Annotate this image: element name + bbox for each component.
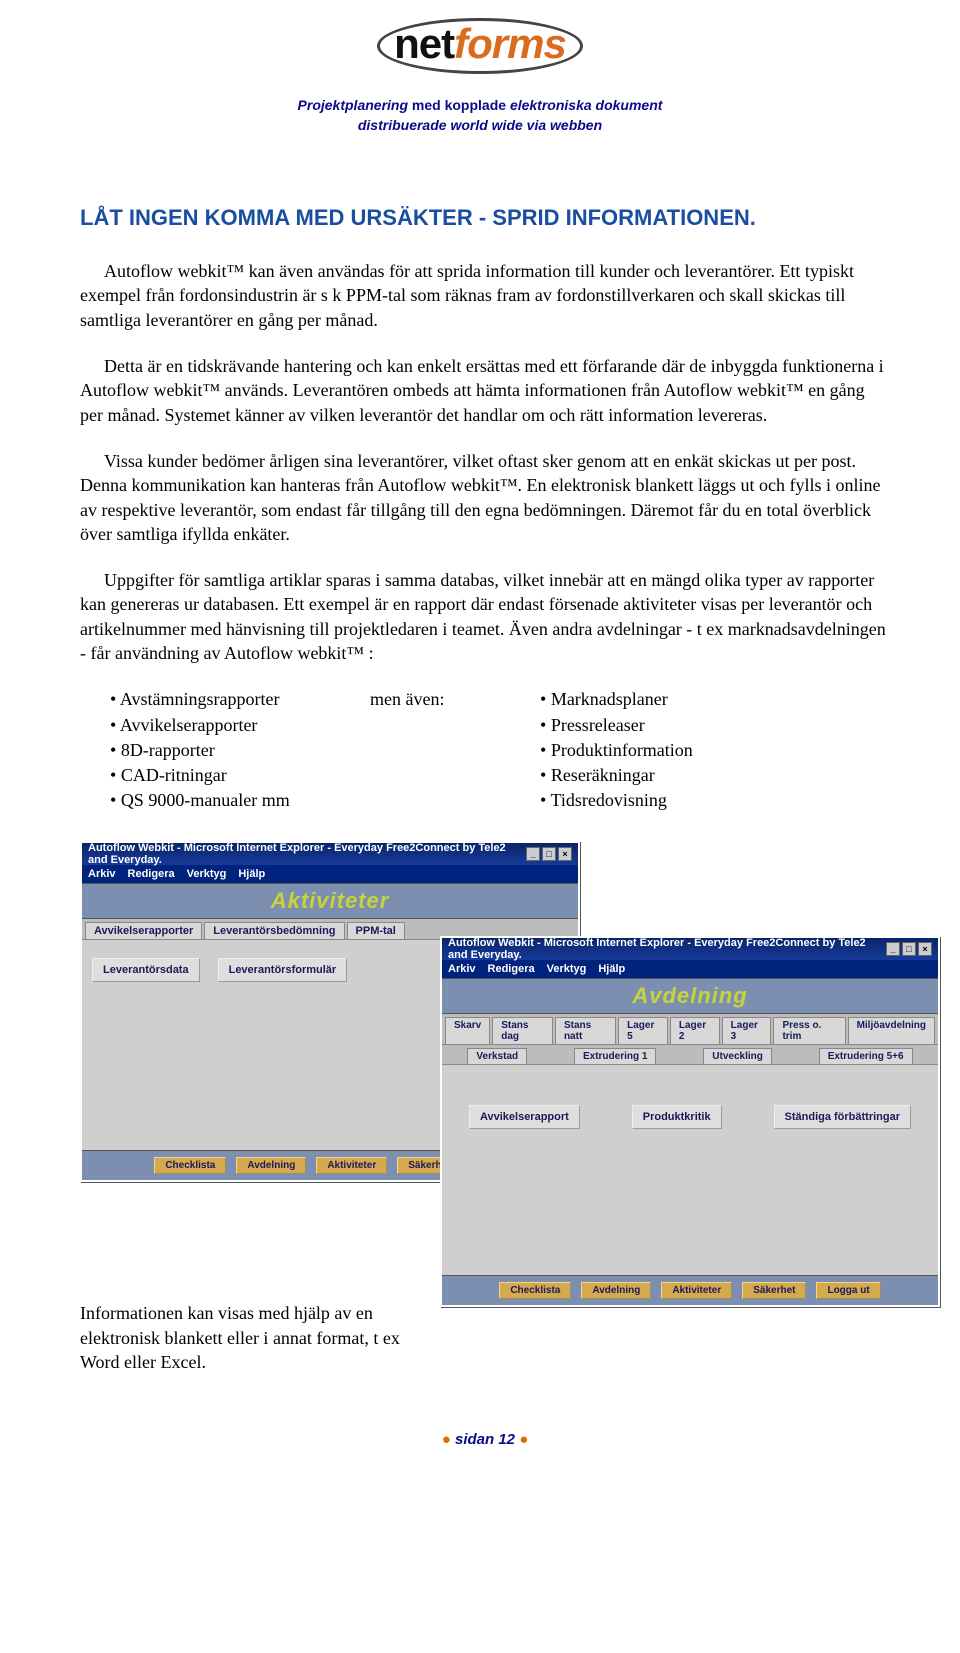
- list-mid-label: men även:: [370, 687, 540, 813]
- nav-button[interactable]: Avdelning: [581, 1282, 651, 1299]
- titlebar: Autoflow Webkit - Microsoft Internet Exp…: [442, 938, 938, 960]
- page-number: ● sidan 12 ●: [80, 1431, 890, 1448]
- bottombar: Checklista Avdelning Aktiviteter Säkerhe…: [442, 1275, 938, 1305]
- list-item: Produktinformation: [540, 738, 790, 763]
- menubar: Arkiv Redigera Verktyg Hjälp: [82, 865, 578, 883]
- menu-item[interactable]: Hjälp: [238, 868, 265, 880]
- tab[interactable]: Avvikelserapporter: [85, 922, 202, 939]
- panel-button[interactable]: Leverantörsdata: [92, 958, 200, 982]
- maximize-icon[interactable]: □: [542, 847, 556, 861]
- paragraph-1: Autoflow webkit™ kan även användas för a…: [80, 259, 890, 332]
- minimize-icon[interactable]: _: [526, 847, 540, 861]
- tab-row-1: Skarv Stans dag Stans natt Lager 5 Lager…: [442, 1014, 938, 1045]
- nav-button[interactable]: Avdelning: [236, 1157, 306, 1174]
- list-item: Marknadsplaner: [540, 687, 790, 712]
- menu-item[interactable]: Hjälp: [598, 963, 625, 975]
- tagline-2: distribuerade world wide via webben: [358, 117, 602, 133]
- menu-item[interactable]: Verktyg: [547, 963, 587, 975]
- screenshots-area: Autoflow Webkit - Microsoft Internet Exp…: [80, 841, 890, 1401]
- list-item: Tidsredovisning: [540, 788, 790, 813]
- logo: netforms: [0, 0, 960, 74]
- panel-button[interactable]: Produktkritik: [632, 1105, 722, 1129]
- tab[interactable]: Leverantörsbedömning: [204, 922, 344, 939]
- nav-button[interactable]: Säkerhet: [742, 1282, 806, 1299]
- bullet-list-right: Marknadsplaner Pressreleaser Produktinfo…: [540, 687, 790, 813]
- section-title: Aktiviteter: [82, 883, 578, 919]
- tab[interactable]: Extrudering 1: [574, 1048, 656, 1064]
- list-item: Avstämningsrapporter: [110, 687, 370, 712]
- panel-button[interactable]: Avvikelserapport: [469, 1105, 580, 1129]
- minimize-icon[interactable]: _: [886, 942, 900, 956]
- nav-button[interactable]: Aktiviteter: [316, 1157, 387, 1174]
- bullet-columns: Avstämningsrapporter Avvikelserapporter …: [110, 687, 890, 813]
- tab[interactable]: Utveckling: [703, 1048, 772, 1064]
- paragraph-2: Detta är en tidskrävande hantering och k…: [80, 354, 890, 427]
- titlebar: Autoflow Webkit - Microsoft Internet Exp…: [82, 843, 578, 865]
- panel: Avvikelserapport Produktkritik Ständiga …: [442, 1065, 938, 1275]
- panel-button[interactable]: Ständiga förbättringar: [774, 1105, 912, 1129]
- tab[interactable]: Miljöavdelning: [848, 1017, 935, 1044]
- window-avdelning: Autoflow Webkit - Microsoft Internet Exp…: [440, 936, 940, 1307]
- tagline-1a: Projektplanering: [298, 97, 408, 113]
- menu-item[interactable]: Arkiv: [448, 963, 476, 975]
- nav-button[interactable]: Aktiviteter: [661, 1282, 732, 1299]
- menu-item[interactable]: Verktyg: [187, 868, 227, 880]
- tab[interactable]: Lager 3: [722, 1017, 772, 1044]
- page-heading: LÅT INGEN KOMMA MED URSÄKTER - SPRID INF…: [80, 205, 890, 231]
- close-icon[interactable]: ×: [918, 942, 932, 956]
- nav-button[interactable]: Logga ut: [816, 1282, 880, 1299]
- panel-button[interactable]: Leverantörsformulär: [218, 958, 348, 982]
- page-number-text: sidan 12: [455, 1431, 515, 1448]
- window-title: Autoflow Webkit - Microsoft Internet Exp…: [88, 842, 526, 866]
- close-icon[interactable]: ×: [558, 847, 572, 861]
- list-item: Reseräkningar: [540, 763, 790, 788]
- tab[interactable]: Extrudering 5+6: [819, 1048, 913, 1064]
- menubar: Arkiv Redigera Verktyg Hjälp: [442, 960, 938, 978]
- paragraph-3: Vissa kunder bedömer årligen sina levera…: [80, 449, 890, 546]
- tagline-1c: elektroniska dokument: [510, 97, 663, 113]
- tab[interactable]: Press o. trim: [773, 1017, 845, 1044]
- tab[interactable]: Stans dag: [492, 1017, 553, 1044]
- menu-item[interactable]: Redigera: [488, 963, 535, 975]
- tab[interactable]: Verkstad: [467, 1048, 527, 1064]
- tab[interactable]: Skarv: [445, 1017, 490, 1044]
- tab[interactable]: Lager 2: [670, 1017, 720, 1044]
- nav-button[interactable]: Checklista: [499, 1282, 571, 1299]
- footer-caption: Informationen kan visas med hjälp av en …: [80, 1301, 410, 1374]
- logo-text-forms: forms: [454, 20, 566, 67]
- logo-text-net: net: [394, 20, 454, 67]
- menu-item[interactable]: Arkiv: [88, 868, 116, 880]
- tagline-1b: med kopplade: [408, 97, 510, 113]
- bullet-list-left: Avstämningsrapporter Avvikelserapporter …: [110, 687, 370, 813]
- list-item: Avvikelserapporter: [110, 713, 370, 738]
- menu-item[interactable]: Redigera: [128, 868, 175, 880]
- tab-row-2: Verkstad Extrudering 1 Utveckling Extrud…: [442, 1045, 938, 1065]
- tab[interactable]: PPM-tal: [347, 922, 405, 939]
- list-item: CAD-ritningar: [110, 763, 370, 788]
- list-item: 8D-rapporter: [110, 738, 370, 763]
- tab[interactable]: Lager 5: [618, 1017, 668, 1044]
- window-title: Autoflow Webkit - Microsoft Internet Exp…: [448, 937, 886, 961]
- nav-button[interactable]: Checklista: [154, 1157, 226, 1174]
- list-item: Pressreleaser: [540, 713, 790, 738]
- paragraph-4: Uppgifter för samtliga artiklar sparas i…: [80, 568, 890, 665]
- list-item: QS 9000-manualer mm: [110, 788, 370, 813]
- maximize-icon[interactable]: □: [902, 942, 916, 956]
- section-title: Avdelning: [442, 978, 938, 1014]
- tagline: Projektplanering med kopplade elektronis…: [0, 96, 960, 135]
- tab[interactable]: Stans natt: [555, 1017, 616, 1044]
